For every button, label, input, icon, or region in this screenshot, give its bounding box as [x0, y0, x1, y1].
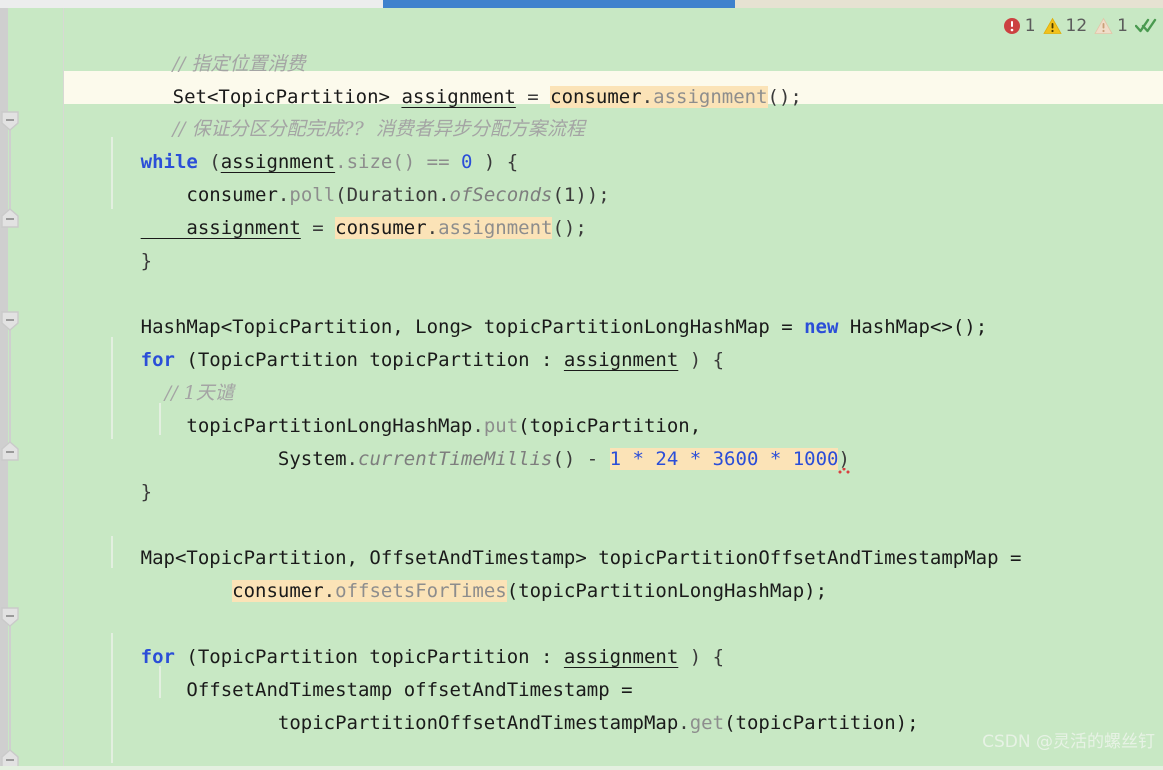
receiver-token: topicPartitionOffsetAndTimestampMap	[140, 712, 679, 734]
fold-region-line-for-first	[9, 326, 11, 456]
dot-token: .	[678, 712, 690, 734]
brace-token: }	[140, 481, 153, 503]
tail-token: ();	[552, 217, 587, 239]
code-line[interactable]: for (TopicPartition topicPartition : ass…	[72, 311, 724, 371]
brace-token: }	[140, 250, 153, 272]
variable-token: assignment	[563, 349, 679, 371]
code-line[interactable]: Map<TopicPartition, OffsetAndTimestamp> …	[72, 509, 1022, 569]
error-circle-icon	[1003, 17, 1021, 35]
error-indicator[interactable]: 1	[1003, 16, 1036, 36]
code-line[interactable]: // 1天谴	[72, 344, 234, 404]
receiver-token: consumer	[232, 580, 324, 602]
dot-token: .	[641, 86, 654, 108]
weak-warning-triangle-icon	[1094, 17, 1113, 35]
receiver-token: System	[140, 448, 347, 470]
weak-warning-count: 1	[1117, 16, 1128, 36]
tail-token: ();	[767, 86, 802, 108]
code-line[interactable]: // 指定位置消费	[104, 15, 306, 75]
method-token: offsetsForTimes	[335, 580, 507, 602]
horizontal-scrollbar[interactable]	[0, 0, 1163, 8]
code-line[interactable]: consumer.poll(Duration.ofSeconds(1));	[72, 146, 609, 206]
code-editor[interactable]: // 指定位置消费 Set<TopicPartition> assignment…	[0, 0, 1163, 770]
warning-count: 12	[1065, 16, 1088, 36]
argument-token: (topicPartition);	[724, 712, 919, 734]
indent-token	[141, 580, 233, 602]
fold-marker-for-second[interactable]	[0, 606, 20, 628]
code-line-current[interactable]: // 保证分区分配完成?? 消费者异步分配方案流程	[104, 80, 585, 140]
scrollbar-thumb[interactable]	[383, 0, 735, 8]
code-line[interactable]: }	[72, 212, 152, 272]
code-line[interactable]: assignment = consumer.assignment();	[72, 179, 587, 239]
double-check-icon	[1135, 17, 1157, 35]
constructor-token: HashMap<>();	[838, 316, 988, 338]
punctuation-token: ) {	[678, 646, 725, 668]
receiver-token: consumer	[335, 217, 427, 239]
warning-triangle-icon	[1042, 17, 1062, 35]
code-line[interactable]: for (TopicPartition topicPartition : ass…	[72, 608, 724, 668]
code-line[interactable]: Set<TopicPartition> assignment = consume…	[104, 48, 802, 108]
code-line[interactable]: }	[72, 443, 152, 503]
code-line[interactable]: HashMap<TopicPartition, Long> topicParti…	[72, 278, 988, 338]
fold-region-line-while	[9, 126, 11, 218]
fold-marker-for-first-end[interactable]	[0, 440, 20, 462]
method-token: assignment	[438, 217, 553, 239]
fold-marker-while-end[interactable]	[0, 207, 20, 229]
static-method-token: currentTimeMillis	[358, 448, 553, 470]
inspection-status-ok[interactable]	[1135, 17, 1157, 35]
editor-bottom-edge	[0, 766, 1163, 770]
code-content: // 指定位置消费 Set<TopicPartition> assignment…	[0, 8, 1163, 770]
weak-warning-indicator[interactable]: 1	[1094, 16, 1128, 36]
scrollbar-track-left[interactable]	[0, 0, 383, 8]
method-token: get	[689, 712, 725, 734]
csdn-watermark: CSDN @灵活的螺丝钉	[982, 732, 1155, 752]
code-line[interactable]: consumer.offsetsForTimes(topicPartitionL…	[72, 542, 827, 602]
argument-token: (topicPartitionLongHashMap);	[506, 580, 828, 602]
fold-marker-while[interactable]	[0, 110, 20, 132]
fold-marker-for-first[interactable]	[0, 310, 20, 332]
punctuation-token: ) {	[678, 349, 725, 371]
keyword-token: new	[804, 316, 839, 338]
dot-token: .	[323, 580, 336, 602]
code-line[interactable]: while (assignment.size() == 0 ) {	[72, 113, 519, 173]
method-token: assignment	[653, 86, 768, 108]
number-expression-token: 1 * 24 * 3600 * 1000	[609, 448, 839, 470]
code-line[interactable]: topicPartitionOffsetAndTimestampMap.get(…	[72, 674, 919, 734]
inspection-widget[interactable]: 1 12 1	[1003, 12, 1157, 40]
operator-token: =	[300, 217, 336, 239]
operator-token: () -	[552, 448, 610, 470]
dot-token: .	[346, 448, 358, 470]
code-line[interactable]: topicPartitionLongHashMap.put(topicParti…	[72, 377, 701, 437]
code-line[interactable]: System.currentTimeMillis() - 1 * 24 * 36…	[72, 410, 850, 470]
gutter-separator	[63, 8, 64, 770]
code-line[interactable]: OffsetAndTimestamp offsetAndTimestamp =	[72, 641, 632, 701]
warning-indicator[interactable]: 12	[1042, 16, 1088, 36]
error-token: )	[838, 448, 850, 474]
scrollbar-track-right[interactable]	[735, 0, 1163, 8]
error-count: 1	[1024, 16, 1036, 36]
dot-token: .	[426, 217, 439, 239]
variable-token: assignment	[140, 217, 301, 239]
